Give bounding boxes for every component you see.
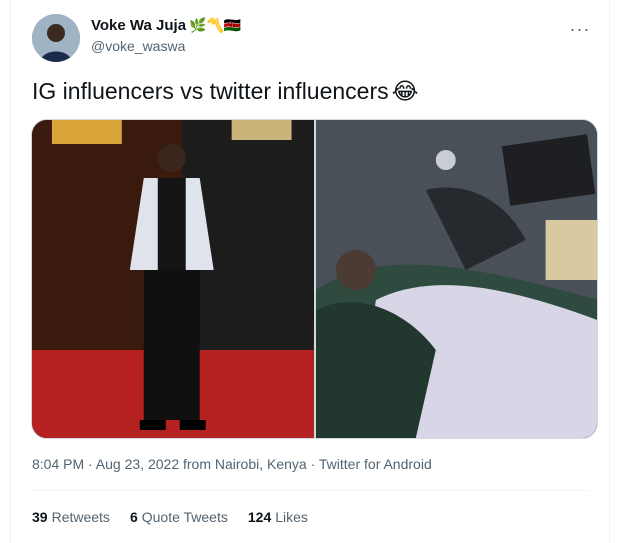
photo-right-art (315, 120, 597, 438)
retweets-stat[interactable]: 39 Retweets (32, 509, 110, 525)
divider (32, 490, 588, 491)
tweet-image-left[interactable] (32, 120, 314, 438)
quote-tweets-stat[interactable]: 6 Quote Tweets (130, 509, 228, 525)
more-horizontal-icon: ··· (569, 18, 591, 39)
display-name[interactable]: Voke Wa Juja (91, 17, 186, 34)
likes-count: 124 (247, 509, 272, 525)
laughing-emoji-icon: 😂 (391, 78, 419, 104)
tweet-meta[interactable]: 8:04 PM · Aug 23, 2022 from Nairobi, Ken… (32, 456, 432, 472)
handle[interactable]: @voke_waswa (91, 38, 185, 54)
retweets-count: 39 (32, 509, 48, 525)
tweet-card: Voke Wa Juja 🌿〽️🇰🇪 @voke_waswa ··· IG in… (10, 0, 610, 543)
likes-stat[interactable]: 124 Likes (248, 509, 308, 525)
name-row: Voke Wa Juja 🌿〽️🇰🇪 (91, 17, 241, 34)
avatar-icon (32, 14, 80, 62)
tweet-image-right[interactable] (315, 120, 597, 438)
tweet-text: IG influencers vs twitter influencers 😂 (32, 78, 419, 105)
quotes-count: 6 (129, 509, 138, 525)
photo-left-art (32, 120, 314, 438)
tweet-body: IG influencers vs twitter influencers (32, 78, 389, 104)
quotes-label: Quote Tweets (141, 509, 228, 525)
retweets-label: Retweets (51, 509, 110, 525)
media-grid (31, 119, 598, 439)
tweet-stats: 39 Retweets 6 Quote Tweets 124 Likes (32, 509, 308, 525)
name-emojis: 🌿〽️🇰🇪 (189, 17, 242, 33)
more-options-button[interactable]: ··· (565, 14, 595, 44)
avatar[interactable] (32, 14, 80, 62)
likes-label: Likes (275, 509, 308, 525)
